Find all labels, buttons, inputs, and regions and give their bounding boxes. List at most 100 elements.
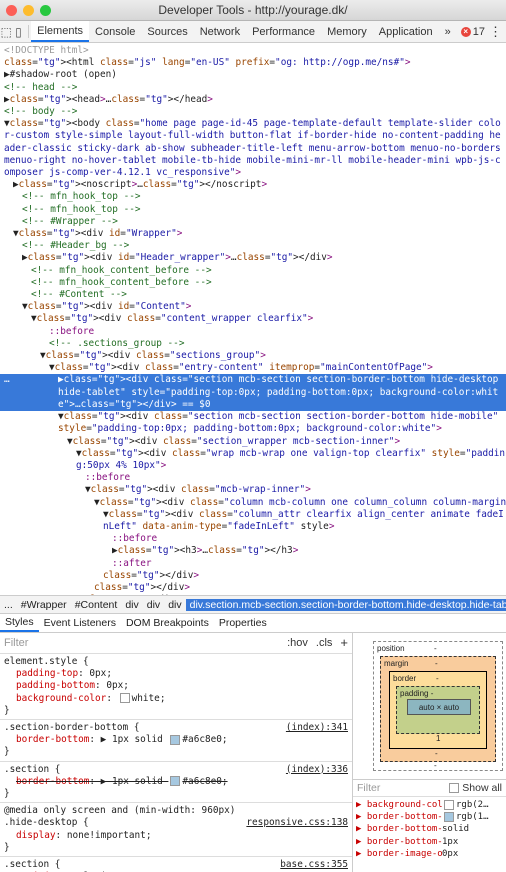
style-property[interactable]: border-bottom: ▶ 1px solid #a6c8e0; (4, 776, 348, 788)
style-property[interactable]: background-color: white; (4, 693, 348, 705)
tab-console[interactable]: Console (89, 21, 141, 42)
dom-node[interactable]: ▶class="tg"><h3>…class="tg"></h3> (0, 545, 506, 557)
dom-node[interactable]: ▼class="tg"><body class="home page page-… (0, 118, 506, 179)
dom-node[interactable]: ::before (0, 533, 506, 545)
breadcrumb-item[interactable]: div (121, 599, 142, 611)
property-name[interactable]: display (16, 830, 56, 841)
subtab-properties[interactable]: Properties (214, 614, 272, 632)
styles-filter-input[interactable]: Filter (4, 637, 28, 649)
dom-node[interactable]: ▼class="tg"><div class="column_attr clea… (0, 509, 506, 533)
property-value[interactable]: 0px; (89, 668, 112, 679)
dom-node[interactable]: ▼class="tg"><div class="wrap mcb-wrap on… (0, 448, 506, 472)
hov-toggle[interactable]: :hov (287, 637, 308, 649)
style-property[interactable]: display: none!important; (4, 830, 348, 842)
dom-node[interactable]: ▶class="tg"><noscript>…class="tg"></nosc… (0, 179, 506, 191)
rule-source-link[interactable]: (index):341 (286, 722, 348, 734)
property-name[interactable]: padding-bottom (16, 680, 95, 691)
property-name[interactable]: border-bottom (16, 734, 89, 745)
style-property[interactable]: padding-bottom: 0px; (4, 680, 348, 692)
dom-node[interactable]: ::after (0, 558, 506, 570)
property-value[interactable]: none!important; (67, 830, 152, 841)
dom-node[interactable]: <!-- head --> (0, 82, 506, 94)
dom-node[interactable]: ::before (0, 472, 506, 484)
breadcrumb-item[interactable]: div (143, 599, 164, 611)
property-name[interactable]: padding-top (16, 668, 78, 679)
dom-node[interactable]: <!-- mfn_hook_content_before --> (0, 277, 506, 289)
dom-node[interactable]: ▼class="tg"><div class="mcb-wrap-inner"> (0, 484, 506, 496)
dom-node[interactable]: <!DOCTYPE html> (0, 45, 506, 57)
breadcrumb-item[interactable]: #Wrapper (17, 599, 71, 611)
rule-selector[interactable]: element.style { (4, 656, 348, 668)
property-value[interactable]: 0px; (106, 680, 129, 691)
close-window-button[interactable] (6, 5, 17, 16)
tab-application[interactable]: Application (373, 21, 439, 42)
dom-node[interactable]: ▶class="tg"><head>…class="tg"></head> (0, 94, 506, 106)
cls-toggle[interactable]: .cls (316, 637, 333, 649)
dom-node[interactable]: <!-- mfn_hook_content_before --> (0, 265, 506, 277)
property-value[interactable]: ▶ 1px solid #a6c8e0; (101, 734, 228, 745)
breadcrumb-item[interactable]: div (164, 599, 185, 611)
zoom-window-button[interactable] (40, 5, 51, 16)
property-name[interactable]: border-bottom (16, 776, 89, 787)
property-name[interactable]: background-color (16, 693, 106, 704)
computed-property[interactable]: ▶ border-image-outs…0px (353, 848, 506, 860)
property-value[interactable]: white; (118, 693, 165, 704)
computed-filter-input[interactable]: Filter (357, 782, 380, 794)
tab-memory[interactable]: Memory (321, 21, 373, 42)
subtab-dom-breakpoints[interactable]: DOM Breakpoints (121, 614, 214, 632)
dom-node[interactable]: <!-- body --> (0, 106, 506, 118)
dom-node[interactable]: ▼class="tg"><div class="sections_group"> (0, 350, 506, 362)
dom-node-selected[interactable]: … ▶class="tg"><div class="section mcb-se… (0, 374, 506, 412)
breadcrumb-item[interactable]: ... (0, 599, 17, 611)
dom-node[interactable]: <!-- #Header_bg --> (0, 240, 506, 252)
dom-node[interactable]: <!-- #Content --> (0, 289, 506, 301)
dom-node[interactable]: ▼class="tg"><div class="column mcb-colum… (0, 497, 506, 509)
style-property[interactable]: border-bottom: ▶ 1px solid #a6c8e0; (4, 734, 348, 746)
dom-node[interactable]: ▼class="tg"><div id="Wrapper"> (0, 228, 506, 240)
tab-network[interactable]: Network (194, 21, 246, 42)
computed-property[interactable]: ▶ border-bottom-sty…solid (353, 823, 506, 835)
computed-property[interactable]: ▶ border-bottom-col…rgb(1… (353, 811, 506, 823)
rule-source-link[interactable]: responsive.css:138 (246, 817, 348, 829)
dom-node[interactable]: ▶class="tg"><div id="Header_wrapper">…cl… (0, 252, 506, 264)
subtab-styles[interactable]: Styles (0, 614, 39, 632)
computed-property[interactable]: ▶ background-colorrgb(2… (353, 799, 506, 811)
rule-selector[interactable]: @media only screen and (min-width: 960px… (4, 805, 348, 817)
dom-node[interactable]: ▼class="tg"><div class="section mcb-sect… (0, 411, 506, 435)
breadcrumb-item[interactable]: #Content (71, 599, 122, 611)
dom-node[interactable]: ▼class="tg"><div id="Content"> (0, 301, 506, 313)
kebab-menu-icon[interactable]: ⋮ (489, 24, 502, 40)
dom-node[interactable]: class="tg"><html class="js" lang="en-US"… (0, 57, 506, 69)
color-swatch[interactable] (170, 734, 181, 745)
inspect-icon[interactable]: ⬚ (0, 21, 12, 42)
show-all-checkbox[interactable] (449, 783, 460, 793)
dom-node[interactable]: ▼class="tg"><div class="entry-content" i… (0, 362, 506, 374)
dom-node[interactable]: ▼class="tg"><div class="content_wrapper … (0, 313, 506, 325)
minimize-window-button[interactable] (23, 5, 34, 16)
subtab-event-listeners[interactable]: Event Listeners (39, 614, 121, 632)
dom-node[interactable]: ▼class="tg"><div class="section_wrapper … (0, 436, 506, 448)
dom-node[interactable]: class="tg"></div> (0, 570, 506, 582)
dom-node[interactable]: ▶#shadow-root (open) (0, 69, 506, 81)
color-swatch[interactable] (170, 776, 181, 787)
error-badge[interactable]: × 17 (460, 26, 485, 38)
device-toggle-icon[interactable]: ▯ (12, 21, 24, 42)
show-all-toggle[interactable]: Show all (449, 782, 502, 794)
property-value[interactable]: ▶ 1px solid #a6c8e0; (101, 776, 228, 787)
computed-property[interactable]: ▶ border-bottom-wid…1px (353, 836, 506, 848)
tab-sources[interactable]: Sources (141, 21, 193, 42)
breadcrumb-item[interactable]: div.section.mcb-section.section-border-b… (185, 598, 506, 611)
more-tabs-button[interactable]: » (439, 26, 457, 38)
dom-node[interactable]: class="tg"></div> (0, 594, 506, 595)
dom-node[interactable]: ::before (0, 326, 506, 338)
color-swatch[interactable] (119, 693, 130, 704)
dom-node[interactable]: class="tg"></div> (0, 582, 506, 594)
tab-elements[interactable]: Elements (31, 21, 90, 42)
dom-node[interactable]: <!-- #Wrapper --> (0, 216, 506, 228)
dom-tree[interactable]: <!DOCTYPE html> class="tg"><html class="j… (0, 43, 506, 595)
rule-source-link[interactable]: (index):336 (286, 764, 348, 776)
dom-node[interactable]: <!-- .sections_group --> (0, 338, 506, 350)
dom-node[interactable]: <!-- mfn_hook_top --> (0, 204, 506, 216)
tab-performance[interactable]: Performance (246, 21, 321, 42)
new-rule-button[interactable]: + (340, 636, 348, 649)
